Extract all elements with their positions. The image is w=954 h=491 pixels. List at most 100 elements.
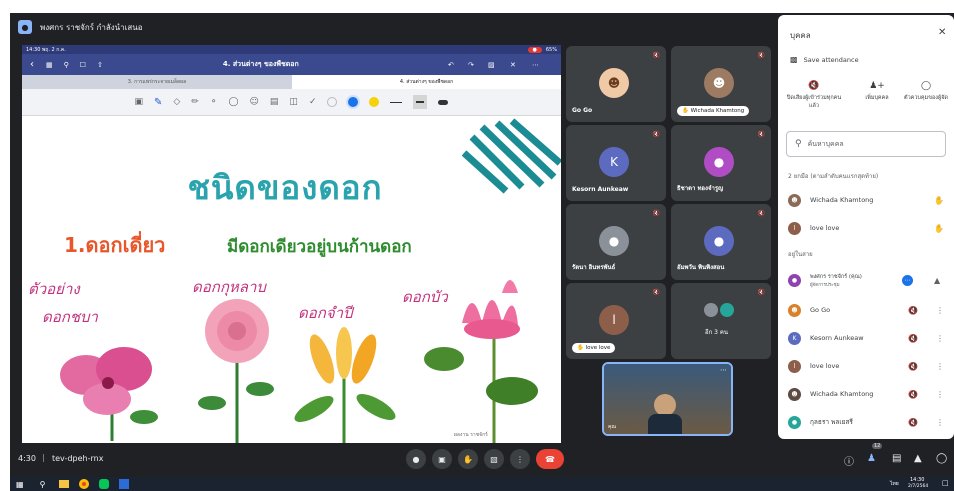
add-people-button[interactable]: ♟+ เพิ่มบุคคล	[862, 81, 892, 102]
more-icon[interactable]: ⋯	[902, 274, 913, 286]
color-blue[interactable]	[348, 97, 359, 107]
slide-title: ชนิดของดอก	[187, 168, 383, 207]
avatar: ☻	[704, 68, 734, 98]
participant-row[interactable]: ☻ Go Go 🔇 ⋮	[788, 299, 948, 321]
more-icon[interactable]: ⋮	[936, 306, 944, 315]
share-icon[interactable]: ⇧	[97, 61, 103, 69]
chrome-icon[interactable]	[79, 479, 90, 489]
mute-all-button[interactable]: 🔇 ปิดเสียงผู้เข้าร่วมทุกคนแล้ว	[784, 81, 844, 110]
tab-right[interactable]: 4. ส่วนต่างๆ ของพืชดอก	[292, 75, 561, 89]
present-button[interactable]: ▧	[484, 449, 504, 469]
more-icon[interactable]: ⋯	[532, 61, 539, 69]
search-icon[interactable]: ⚲	[40, 480, 46, 489]
export-icon[interactable]: ▨	[488, 61, 495, 69]
participant-tile[interactable]: 🔇 ● ธิชาดา ทองจำรูญ	[671, 125, 771, 201]
watermark: ผลงาน ราชจักร์	[454, 432, 488, 438]
participant-name: Kesorn Aunkeaw	[572, 186, 629, 193]
hand-icon[interactable]: ✋	[934, 196, 944, 205]
host-row[interactable]: ● พงศกร ราชจักร์ (คุณ) ผู้จัดการประชุม ⋯…	[788, 267, 948, 293]
more-icon[interactable]: ⋯	[720, 366, 727, 374]
mic-off-icon: 🔇	[757, 289, 765, 296]
mic-off-icon: 🔇	[652, 52, 660, 59]
participant-tile[interactable]: 🔇 l ✋ love love	[566, 283, 666, 359]
file-explorer-icon[interactable]	[59, 480, 70, 488]
info-icon[interactable]: ⓘ	[844, 453, 854, 468]
raised-hands-header: 2 ยกมือ (ตามลำดับคนแรกสุดท้าย)	[788, 173, 879, 180]
text-tool-icon[interactable]: ▣	[135, 97, 144, 107]
tab-left[interactable]: 3. การแพร่กระจายเมล็ดผล	[22, 75, 292, 89]
thin-line[interactable]	[390, 101, 403, 103]
image-icon[interactable]: ▤	[270, 97, 279, 107]
notification-icon[interactable]: □	[942, 479, 949, 487]
activities-icon[interactable]: ▲	[914, 453, 922, 464]
save-attendance-label: Save attendance	[803, 55, 859, 64]
host-controls-button[interactable]: ◯ ตัวควบคุมของผู้จัด	[902, 81, 950, 102]
more-options-button[interactable]: ⋮	[510, 449, 530, 469]
mute-all-label: ปิดเสียงผู้เข้าร่วมทุกคนแล้ว	[786, 95, 842, 109]
participant-tile[interactable]: 🔇 ☻ Go Go	[566, 46, 666, 122]
raise-hand-button[interactable]: ✋	[458, 449, 478, 469]
presenter-bar: ● พงศกร ราชจักร์ กำลังนำเสนอ	[10, 13, 570, 41]
participant-name: รัตนา อินทรพันธ์	[572, 264, 616, 271]
undo-icon[interactable]: ↶	[448, 61, 454, 69]
app-icon[interactable]	[119, 479, 130, 489]
raised-hand-row[interactable]: ☻ Wichada Khamtong ✋	[788, 189, 948, 211]
highlighter-icon[interactable]: ✏	[191, 97, 199, 107]
line-icon[interactable]	[99, 479, 110, 489]
save-attendance-button[interactable]: ▩ Save attendance	[790, 55, 859, 64]
participant-row[interactable]: ☻ Wichada Khamtong 🔇 ⋮	[788, 383, 948, 405]
shapes-icon[interactable]: ◯	[228, 97, 238, 107]
raised-hand-row[interactable]: l love love ✋	[788, 217, 948, 239]
close-icon[interactable]: ✕	[938, 27, 946, 38]
avatar: K	[599, 147, 629, 177]
participant-tile[interactable]: 🔇 K Kesorn Aunkeaw	[566, 125, 666, 201]
bookmark-icon[interactable]: ☐	[80, 61, 86, 69]
color-white[interactable]	[327, 97, 338, 107]
participant-row[interactable]: l love love 🔇 ⋮	[788, 355, 948, 377]
search-placeholder: ค้นหาบุคคล	[807, 139, 844, 148]
close-icon[interactable]: ✕	[510, 61, 516, 69]
mic-button[interactable]: ●	[406, 449, 426, 469]
participant-row[interactable]: ● กุลธรา พลเยสรี 🔇 ⋮	[788, 411, 948, 433]
participant-name: love love	[585, 345, 611, 351]
participant-tile[interactable]: 🔇 ● รัตนา อินทรพันธ์	[566, 204, 666, 280]
medium-line[interactable]	[413, 95, 428, 109]
textbox-icon[interactable]: ◫	[289, 97, 298, 107]
sticker-icon[interactable]: ☺	[250, 97, 259, 107]
search-icon[interactable]: ⚲	[64, 61, 69, 69]
search-people-input[interactable]: ⚲ ค้นหาบุคคล	[786, 131, 946, 157]
more-participants-tile[interactable]: 🔇 อีก 3 คน	[671, 283, 771, 359]
back-icon[interactable]: ‹	[30, 59, 34, 70]
avatar: ●	[704, 226, 734, 256]
language-indicator[interactable]: ไทย	[890, 480, 899, 488]
participant-tile[interactable]: 🔇 ☻ ✋ Wichada Khamtong	[671, 46, 771, 122]
redo-icon[interactable]: ↷	[468, 61, 474, 69]
start-icon[interactable]: ▦	[16, 480, 24, 489]
panel-title: บุคคล	[790, 31, 811, 40]
hand-icon[interactable]: ✋	[934, 224, 944, 233]
camera-button[interactable]: ▣	[432, 449, 452, 469]
more-count: อีก 3 คน	[705, 329, 728, 336]
grid-icon[interactable]: ▦	[46, 61, 53, 69]
pen-tool-icon[interactable]: ✎	[154, 97, 162, 108]
chat-icon[interactable]: ▤	[892, 453, 901, 464]
doc-title[interactable]: 4. ส่วนต่างๆ ของพืชดอก	[223, 59, 299, 70]
lasso-icon[interactable]: ⚬	[210, 97, 218, 107]
more-icon[interactable]: ⋮	[936, 362, 944, 371]
leave-call-button[interactable]: ☎	[536, 449, 564, 469]
participant-tile[interactable]: 🔇 ● อัมพวัน พินพิงสอน	[671, 204, 771, 280]
participant-row[interactable]: K Kesorn Aunkeaw 🔇 ⋮	[788, 327, 948, 349]
self-video-tile[interactable]: คุณ ⋯	[602, 362, 733, 436]
people-icon[interactable]: ♟	[867, 453, 876, 464]
laser-icon[interactable]: ✓	[309, 97, 317, 107]
eraser-icon[interactable]: ◇	[173, 97, 180, 107]
color-yellow[interactable]	[369, 97, 380, 107]
pin-icon[interactable]: ▲	[934, 276, 940, 285]
more-icon[interactable]: ⋮	[936, 334, 944, 343]
thick-line[interactable]	[438, 99, 449, 105]
avatar: ●	[788, 273, 801, 287]
more-icon[interactable]: ⋮	[936, 418, 944, 427]
host-controls-icon[interactable]: ◯	[936, 453, 947, 464]
participant-name: Go Go	[810, 306, 831, 314]
more-icon[interactable]: ⋮	[936, 390, 944, 399]
